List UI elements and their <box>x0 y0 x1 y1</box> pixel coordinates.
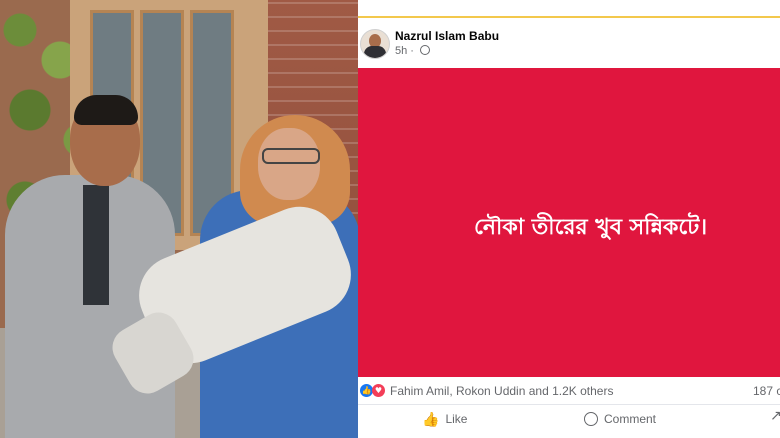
reactors-summary[interactable]: Fahim Amil, Rokon Uddin and 1.2K others <box>390 384 613 398</box>
like-button[interactable]: 👍 Like <box>422 408 467 430</box>
post-text-background[interactable]: নৌকা তীরের খুব সন্নিকটে। <box>358 68 780 377</box>
news-photo <box>0 0 358 438</box>
post-meta: 5h · <box>395 45 431 57</box>
like-label: Like <box>445 412 468 426</box>
post-meta-separator: · <box>407 45 418 57</box>
comment-count[interactable]: 187 c <box>753 384 780 398</box>
post-header: Nazrul Islam Babu 5h · <box>358 20 780 68</box>
comment-button[interactable]: Comment <box>584 408 656 430</box>
comment-icon <box>584 412 598 426</box>
action-bar: 👍 Like Comment ↗ <box>358 405 780 438</box>
reactions-bar: 👍 ♥ Fahim Amil, Rokon Uddin and 1.2K oth… <box>358 378 780 404</box>
woman-glasses <box>262 148 320 164</box>
post-text: নৌকা তীরের খুব সন্নিকটে। <box>474 215 708 240</box>
top-highlight-line <box>358 16 780 18</box>
avatar[interactable] <box>360 29 390 59</box>
globe-icon <box>420 45 431 55</box>
author-name[interactable]: Nazrul Islam Babu <box>395 29 499 43</box>
like-icon: 👍 <box>422 410 440 427</box>
comment-label: Comment <box>604 412 657 426</box>
man-shirt <box>83 185 109 305</box>
love-reaction-icon[interactable]: ♥ <box>372 384 385 397</box>
woman-face <box>258 128 320 200</box>
avatar-suit <box>364 46 386 58</box>
share-icon[interactable]: ↗ <box>770 408 780 430</box>
facebook-post: Nazrul Islam Babu 5h · নৌকা তীরের খুব সন… <box>358 0 780 438</box>
top-strip <box>358 0 780 20</box>
post-time[interactable]: 5h <box>395 45 407 57</box>
man-hair <box>74 95 138 125</box>
